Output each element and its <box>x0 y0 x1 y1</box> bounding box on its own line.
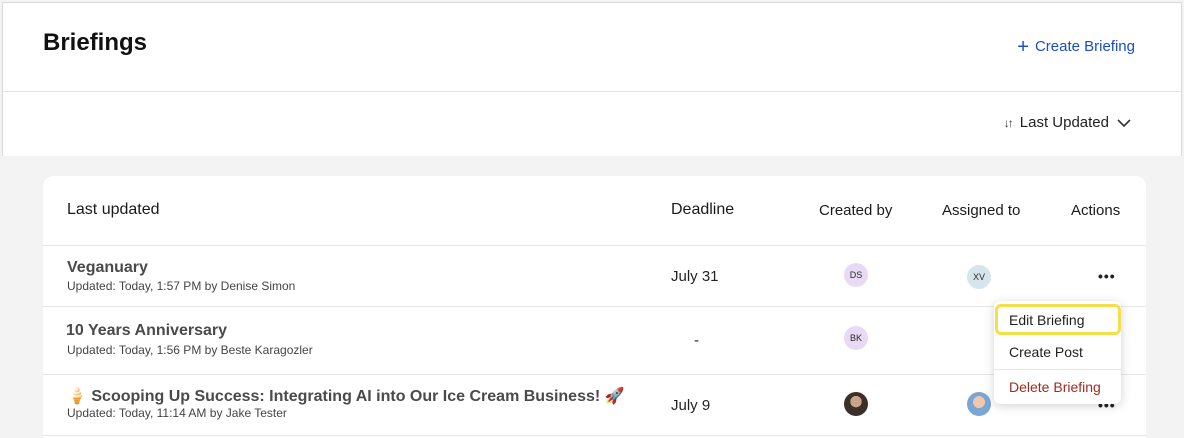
chevron-down-icon <box>1117 118 1131 127</box>
table-header: Last updated Deadline Created by Assigne… <box>43 176 1146 246</box>
briefing-title[interactable]: 10 Years Anniversary <box>66 322 227 340</box>
briefings-table: Last updated Deadline Created by Assigne… <box>43 176 1146 438</box>
sort-icon: ↓↑ <box>1003 115 1014 130</box>
avatar: DS <box>844 263 868 287</box>
create-briefing-label: Create Briefing <box>1034 38 1135 55</box>
briefing-title[interactable]: Veganuary <box>67 259 148 277</box>
edit-briefing-highlight <box>995 304 1121 335</box>
menu-item-create-post[interactable]: Create Post <box>1009 344 1083 360</box>
avatar: BK <box>844 326 868 350</box>
page-title: Briefings <box>43 29 148 56</box>
column-header-last-updated[interactable]: Last updated <box>67 201 160 219</box>
column-header-assigned-to: Assigned to <box>942 202 1021 219</box>
sort-dropdown[interactable]: ↓↑ Last Updated <box>1004 114 1131 131</box>
column-header-created-by: Created by <box>819 202 893 219</box>
avatar: XV <box>967 265 991 289</box>
column-header-deadline[interactable]: Deadline <box>671 201 734 219</box>
sort-label: Last Updated <box>1019 114 1109 131</box>
sort-bar: ↓↑ Last Updated <box>2 92 1182 156</box>
briefing-deadline: - <box>694 332 699 349</box>
plus-icon: + <box>1017 35 1029 58</box>
column-header-actions: Actions <box>1071 202 1121 219</box>
briefings-page: Briefings + Create Briefing ↓↑ Last Upda… <box>0 0 1184 438</box>
table-row[interactable]: Veganuary Updated: Today, 1:57 PM by Den… <box>43 246 1146 307</box>
briefing-deadline: July 9 <box>671 397 711 414</box>
page-header: Briefings + Create Briefing <box>2 2 1182 92</box>
briefing-updated-meta: Updated: Today, 1:57 PM by Denise Simon <box>67 279 296 293</box>
briefing-title[interactable]: 🍦 Scooping Up Success: Integrating AI in… <box>67 386 625 406</box>
briefing-deadline: July 31 <box>671 268 719 285</box>
create-briefing-button[interactable]: + Create Briefing <box>1017 35 1135 58</box>
table-row[interactable]: 10 Years Anniversary Updated: Today, 1:5… <box>43 307 1146 375</box>
menu-divider <box>994 369 1121 370</box>
table-row[interactable]: 🍦 Scooping Up Success: Integrating AI in… <box>43 375 1146 436</box>
briefing-updated-meta: Updated: Today, 1:56 PM by Beste Karagoz… <box>67 343 313 357</box>
briefing-updated-meta: Updated: Today, 11:14 AM by Jake Tester <box>67 406 287 420</box>
avatar <box>844 392 868 416</box>
more-horizontal-icon[interactable]: ••• <box>1098 268 1116 284</box>
avatar <box>967 392 991 416</box>
menu-item-delete-briefing[interactable]: Delete Briefing <box>1009 379 1101 395</box>
